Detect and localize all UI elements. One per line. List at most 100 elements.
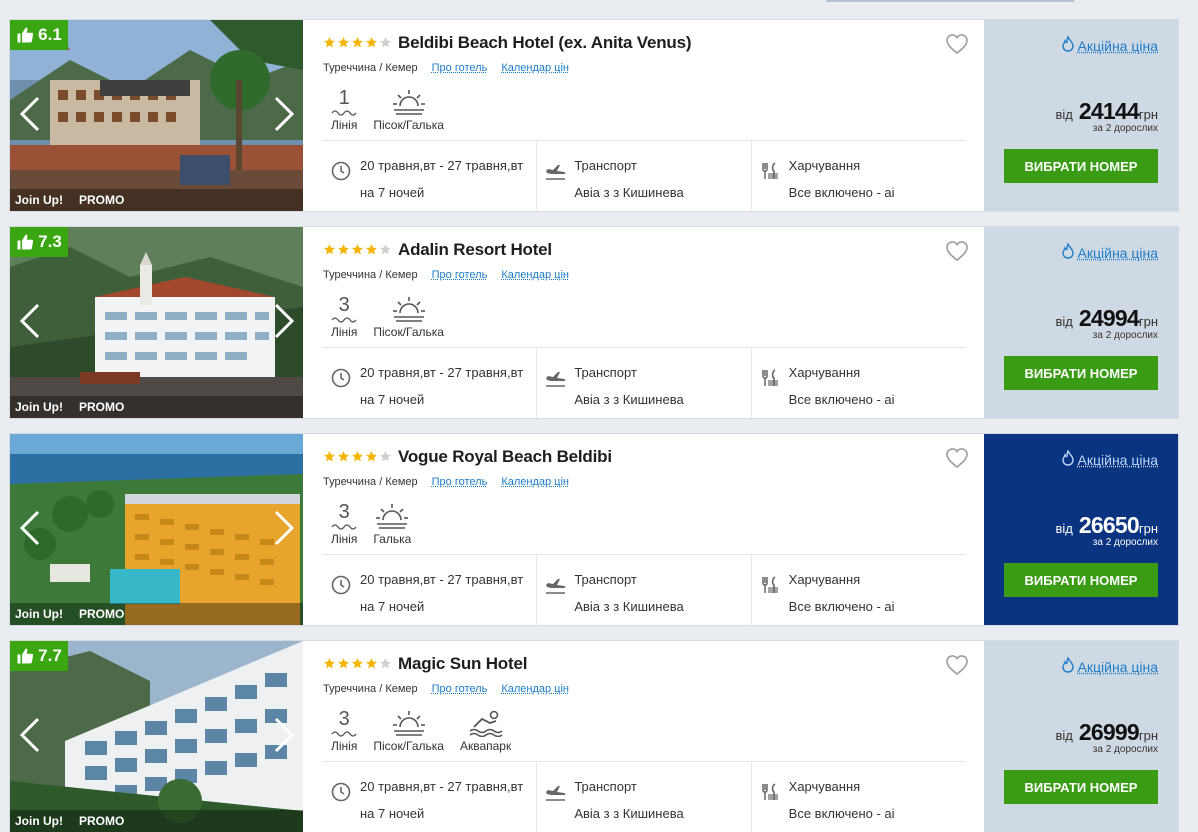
trip-food: Харчування Все включено - ai: [752, 762, 965, 832]
wave-icon: 1: [331, 88, 357, 116]
about-hotel-link[interactable]: Про готель: [432, 683, 488, 695]
transport-value: Авіа з з Кишинева: [574, 806, 684, 821]
about-hotel-link[interactable]: Про готель: [432, 476, 488, 488]
price-calendar-link[interactable]: Календар цін: [501, 269, 569, 281]
hotel-card: Join Up! PROMO Vogue Royal Beach Beldibi…: [10, 434, 1178, 625]
feature-beach: Пісок/Галька: [373, 88, 444, 132]
feature-line: 3 Лінія: [331, 502, 357, 546]
choose-room-button[interactable]: ВИБРАТИ НОМЕР: [1004, 770, 1158, 804]
badge-promo: PROMO: [79, 400, 125, 414]
feature-label: Аквапарк: [459, 739, 512, 753]
flame-icon: [1061, 448, 1075, 469]
hotel-photo[interactable]: 7.7 Join Up! PROMO: [10, 641, 303, 832]
thumbs-up-icon: [16, 233, 34, 251]
trip-dates: 20 травня,вт - 27 травня,вт на 7 ночей: [323, 348, 538, 418]
price: від 24144 грн: [1055, 98, 1158, 125]
feature-beach: Пісок/Галька: [373, 295, 444, 339]
trip-details: 20 травня,вт - 27 травня,вт на 7 ночей Т…: [323, 555, 965, 625]
heart-icon[interactable]: [946, 448, 968, 469]
food-value: Все включено - ai: [788, 185, 895, 200]
chevron-right-icon[interactable]: [272, 715, 296, 755]
fork-knife-icon: [760, 161, 780, 181]
star-icon: [351, 243, 364, 261]
plane-icon: [545, 161, 566, 181]
hotel-name[interactable]: Vogue Royal Beach Beldibi: [398, 447, 612, 467]
rating-value: 6.1: [38, 25, 62, 44]
heart-icon[interactable]: [946, 34, 968, 55]
about-hotel-link[interactable]: Про готель: [432, 269, 488, 281]
trip-transport: Транспорт Авіа з з Кишинева: [537, 762, 752, 832]
choose-room-button[interactable]: ВИБРАТИ НОМЕР: [1004, 356, 1158, 390]
promo-price-link[interactable]: Акційна ціна: [1061, 34, 1158, 55]
rating-value: 7.7: [38, 646, 62, 665]
star-icon: [337, 450, 350, 468]
badge-promo: PROMO: [79, 193, 125, 207]
line-number: 3: [338, 708, 350, 730]
feature-waterpark: Аквапарк: [460, 709, 511, 753]
chevron-left-icon[interactable]: [18, 715, 42, 755]
promo-price-link[interactable]: Акційна ціна: [1061, 448, 1158, 469]
choose-room-button[interactable]: ВИБРАТИ НОМЕР: [1004, 149, 1158, 183]
chevron-right-icon[interactable]: [272, 508, 296, 548]
hotel-location: Туреччина / Кемер: [323, 269, 418, 281]
price-box: Акційна ціна від 24994 грн за 2 дорослих…: [984, 227, 1178, 418]
price-from: від: [1055, 521, 1073, 536]
chevron-left-icon[interactable]: [18, 301, 42, 341]
chevron-left-icon[interactable]: [18, 508, 42, 548]
heart-icon[interactable]: [946, 655, 968, 676]
chevron-right-icon[interactable]: [272, 301, 296, 341]
feature-label: Галька: [373, 532, 412, 546]
star-icon: [351, 450, 364, 468]
hotel-photo[interactable]: Join Up! PROMO: [10, 434, 303, 625]
wave-icon: 3: [331, 709, 357, 737]
sunset-icon: [392, 88, 426, 116]
price-calendar-link[interactable]: Календар цін: [501, 62, 569, 74]
food-value: Все включено - ai: [788, 392, 895, 407]
clock-icon: [331, 782, 351, 802]
star-rating: [323, 243, 392, 261]
price-from: від: [1055, 314, 1073, 329]
chevron-left-icon[interactable]: [18, 94, 42, 134]
wave-icon: 3: [331, 295, 357, 323]
star-icon: [351, 657, 364, 675]
price-calendar-link[interactable]: Календар цін: [501, 683, 569, 695]
clock-icon: [331, 368, 351, 388]
price-currency: грн: [1138, 521, 1158, 536]
promo-price-link[interactable]: Акційна ціна: [1061, 241, 1158, 262]
hotel-name[interactable]: Adalin Resort Hotel: [398, 240, 552, 260]
trip-dates: 20 травня,вт - 27 травня,вт на 7 ночей: [323, 762, 538, 832]
star-icon: [365, 450, 378, 468]
hotel-location: Туреччина / Кемер: [323, 62, 418, 74]
rating-badge: 7.3: [10, 227, 68, 257]
feature-label: Лінія: [331, 739, 358, 753]
hotel-card: 7.3 Join Up! PROMO Adalin Resort Hotel Т…: [10, 227, 1178, 418]
promo-label: Акційна ціна: [1077, 37, 1158, 54]
photo-badges: Join Up! PROMO: [10, 396, 303, 418]
hotel-photo[interactable]: 6.1 Join Up! PROMO: [10, 20, 303, 211]
photo-badges: Join Up! PROMO: [10, 810, 303, 832]
swimmer-icon: [468, 709, 504, 737]
hotel-name[interactable]: Magic Sun Hotel: [398, 654, 527, 674]
trip-dates: 20 травня,вт - 27 травня,вт на 7 ночей: [323, 141, 538, 211]
price-calendar-link[interactable]: Календар цін: [501, 476, 569, 488]
price-amount: 24144: [1078, 98, 1140, 124]
promo-price-link[interactable]: Акційна ціна: [1061, 655, 1158, 676]
star-icon: [323, 450, 336, 468]
heart-icon[interactable]: [946, 241, 968, 262]
choose-room-button[interactable]: ВИБРАТИ НОМЕР: [1004, 563, 1158, 597]
transport-value: Авіа з з Кишинева: [574, 599, 684, 614]
price-note: за 2 дорослих: [1092, 123, 1158, 134]
fork-knife-icon: [760, 368, 780, 388]
hotel-card: 6.1 Join Up! PROMO Beldibi Beach Hotel (…: [10, 20, 1178, 211]
feature-list: 3 Лінія Пісок/Галька Аквапарк: [331, 709, 511, 753]
hotel-photo[interactable]: 7.3 Join Up! PROMO: [10, 227, 303, 418]
price-note: за 2 дорослих: [1092, 744, 1158, 755]
nights-text: на 7 ночей: [360, 185, 425, 200]
transport-label: Транспорт: [574, 365, 637, 380]
hotel-name[interactable]: Beldibi Beach Hotel (ex. Anita Venus): [398, 33, 692, 53]
top-divider: [826, 0, 1074, 2]
star-rating: [323, 450, 392, 468]
about-hotel-link[interactable]: Про готель: [432, 62, 488, 74]
chevron-right-icon[interactable]: [272, 94, 296, 134]
star-icon: [337, 243, 350, 261]
